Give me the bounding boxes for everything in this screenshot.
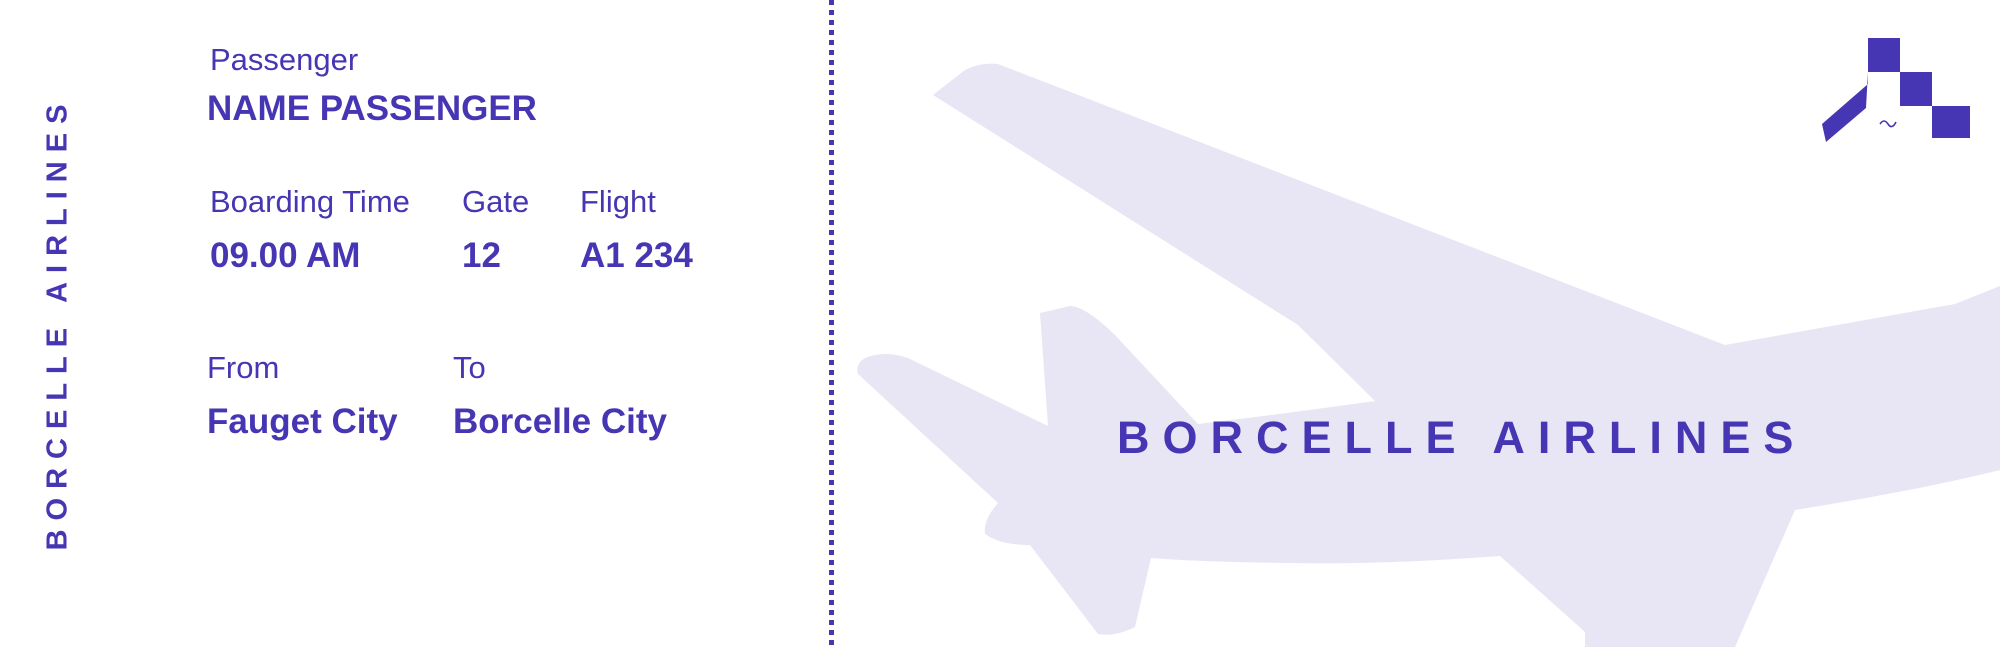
side-brand-text: BORCELLE AIRLINES	[41, 95, 74, 551]
to-label: To	[453, 350, 486, 385]
from-value: Fauget City	[207, 402, 398, 441]
passenger-label: Passenger	[210, 42, 359, 77]
boarding-time-value: 09.00 AM	[210, 236, 361, 275]
flight-label: Flight	[580, 184, 656, 219]
gate-label: Gate	[462, 184, 530, 219]
flight-value: A1 234	[580, 236, 693, 275]
boarding-time-label: Boarding Time	[210, 184, 410, 219]
pixel-a-logo-icon	[1822, 38, 1970, 142]
gate-value: 12	[462, 236, 501, 275]
from-label: From	[207, 350, 280, 385]
airline-brand-text: BORCELLE AIRLINES	[1117, 412, 1807, 463]
to-value: Borcelle City	[453, 402, 667, 441]
passenger-name: NAME PASSENGER	[207, 89, 537, 128]
